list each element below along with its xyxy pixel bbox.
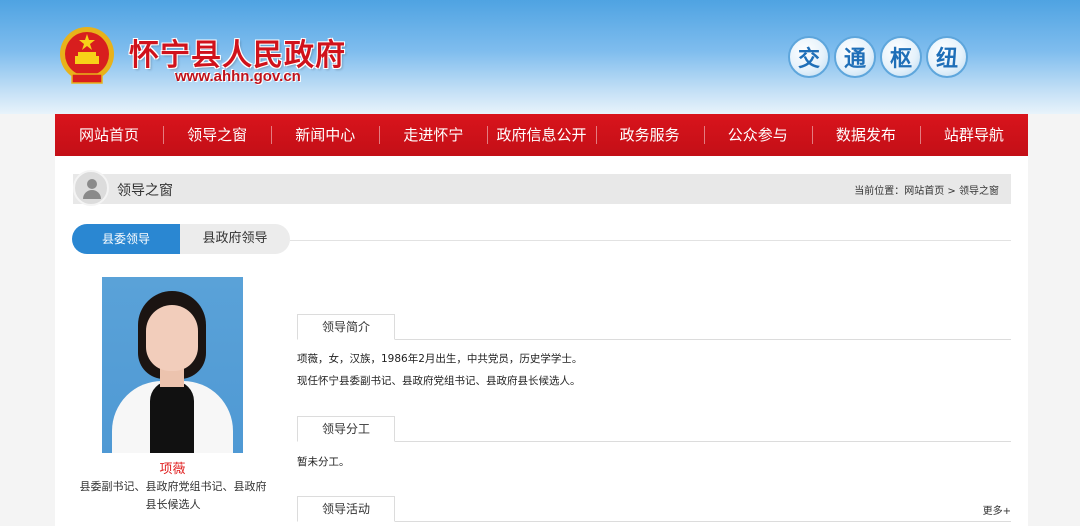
slogan-char: 通: [834, 36, 876, 78]
site-header: 怀宁县人民政府 www.ahhn.gov.cn 交 通 枢 纽: [0, 0, 1080, 114]
nav-item-info-disclosure[interactable]: 政府信息公开: [487, 114, 595, 156]
nav-item-services[interactable]: 政务服务: [595, 114, 704, 156]
intro-section-header: 领导简介: [297, 314, 1011, 340]
user-icon: [73, 170, 109, 206]
nav-item-data[interactable]: 数据发布: [811, 114, 920, 156]
nav-item-site-nav[interactable]: 站群导航: [919, 114, 1028, 156]
duty-tab: 领导分工: [297, 416, 395, 442]
leader-tabs: 县委领导 县政府领导: [72, 224, 290, 254]
nav-item-about[interactable]: 走进怀宁: [379, 114, 487, 156]
activity-section-header: 领导活动 更多+: [297, 496, 1011, 522]
slogan-char: 枢: [880, 36, 922, 78]
content-panel: 领导之窗 当前位置：网站首页 > 领导之窗 县委领导 县政府领导 项薇 县委副书…: [55, 156, 1028, 526]
intro-tab: 领导简介: [297, 314, 395, 340]
duty-text: 暂未分工。: [297, 456, 350, 468]
main-nav: 网站首页 领导之窗 新闻中心 走进怀宁 政府信息公开 政务服务 公众参与 数据发…: [55, 114, 1028, 156]
intro-line-1: 项薇，女，汉族，1986年2月出生，中共党员，历史学学士。: [297, 353, 583, 365]
breadcrumb[interactable]: 当前位置：网站首页 > 领导之窗: [854, 182, 999, 197]
tab-county-government-leaders[interactable]: 县政府领导: [180, 224, 290, 254]
leader-photo: [102, 277, 243, 453]
intro-line-2: 现任怀宁县委副书记、县政府党组书记、县政府县长候选人。: [297, 375, 581, 387]
national-emblem-icon: [60, 27, 114, 84]
leader-title: 县委副书记、县政府党组书记、县政府县长候选人: [79, 480, 267, 511]
more-link[interactable]: 更多+: [983, 502, 1011, 517]
duty-section-header: 领导分工: [297, 416, 1011, 442]
slogan-char: 纽: [926, 36, 968, 78]
slogan: 交 通 枢 纽: [788, 36, 968, 78]
slogan-char: 交: [788, 36, 830, 78]
nav-item-home[interactable]: 网站首页: [55, 114, 163, 156]
activity-tab: 领导活动: [297, 496, 395, 522]
site-url: www.ahhn.gov.cn: [175, 68, 301, 85]
divider: [290, 240, 1011, 241]
leader-name[interactable]: 项薇: [102, 458, 243, 477]
nav-item-participation[interactable]: 公众参与: [703, 114, 812, 156]
tab-county-party-leaders[interactable]: 县委领导: [72, 224, 180, 254]
position-bar: 领导之窗 当前位置：网站首页 > 领导之窗: [73, 170, 1011, 206]
section-title: 领导之窗: [117, 183, 173, 199]
nav-item-leaders[interactable]: 领导之窗: [163, 114, 271, 156]
nav-item-news[interactable]: 新闻中心: [271, 114, 379, 156]
